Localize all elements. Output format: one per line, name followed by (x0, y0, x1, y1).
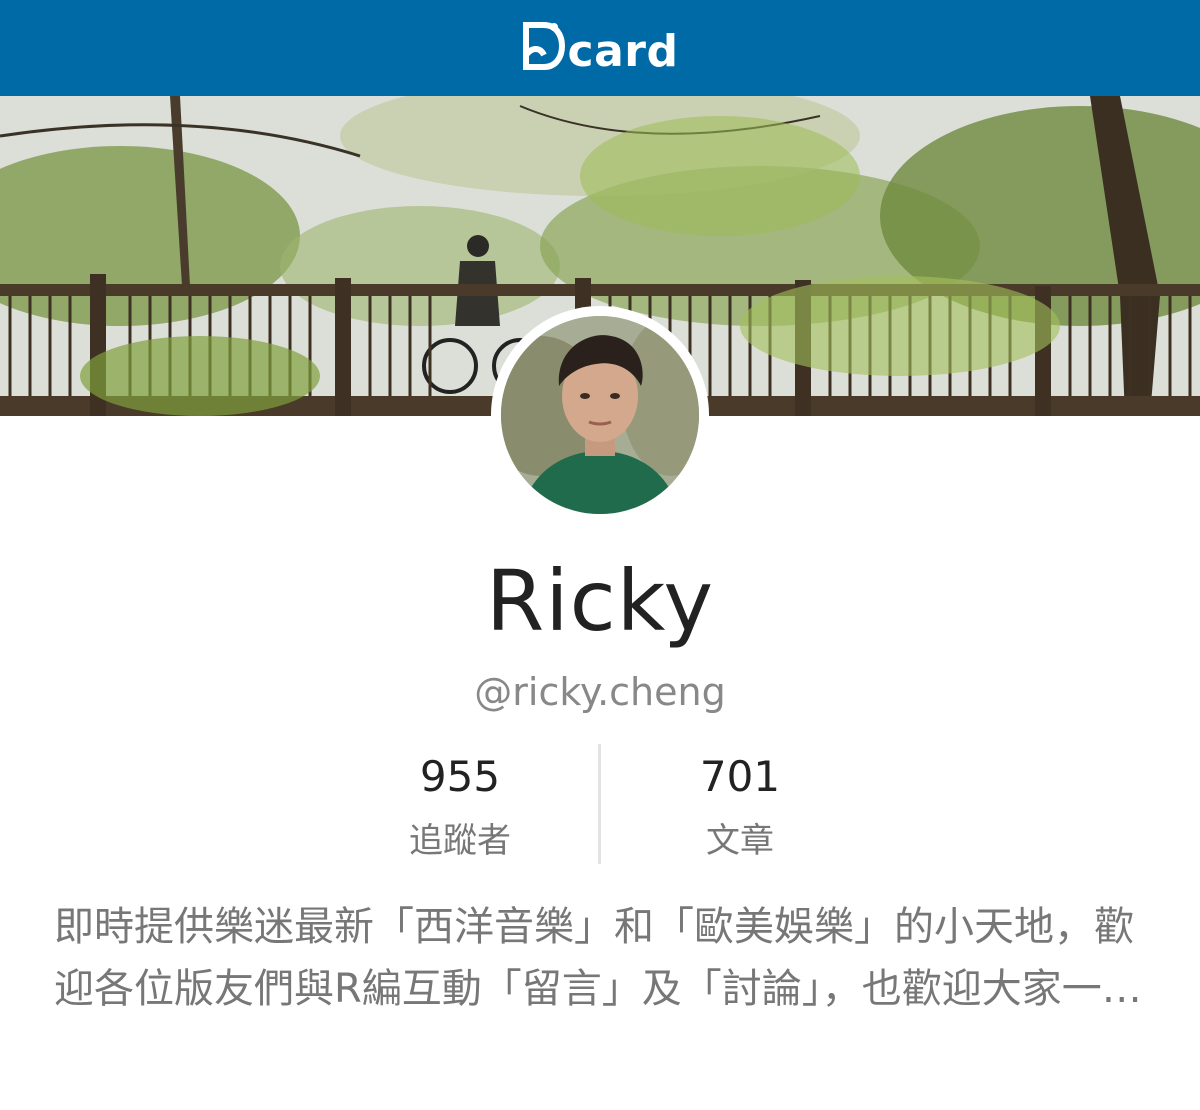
dcard-d-icon (522, 21, 566, 75)
avatar-frame[interactable] (491, 306, 709, 524)
profile-handle: @ricky.cheng (474, 670, 726, 714)
avatar-photo (501, 316, 699, 514)
stat-followers[interactable]: 955 追蹤者 (320, 752, 600, 862)
stat-followers-value: 955 (419, 752, 501, 801)
profile-stats: 955 追蹤者 701 文章 (0, 744, 1200, 864)
stat-posts-value: 701 (699, 752, 781, 801)
dcard-logo[interactable]: card (522, 20, 679, 77)
avatar[interactable] (501, 316, 699, 514)
profile-bio: 即時提供樂迷最新「西洋音樂」和「歐美娛樂」的小天地，歡迎各位版友們與R編互動「留… (54, 904, 1142, 1012)
stat-posts[interactable]: 701 文章 (600, 752, 880, 862)
logo-text: card (567, 25, 679, 77)
stat-followers-label: 追蹤者 (409, 821, 511, 861)
stat-posts-label: 文章 (706, 821, 774, 861)
profile-name: Ricky (485, 552, 715, 650)
top-bar: card (0, 0, 1200, 96)
